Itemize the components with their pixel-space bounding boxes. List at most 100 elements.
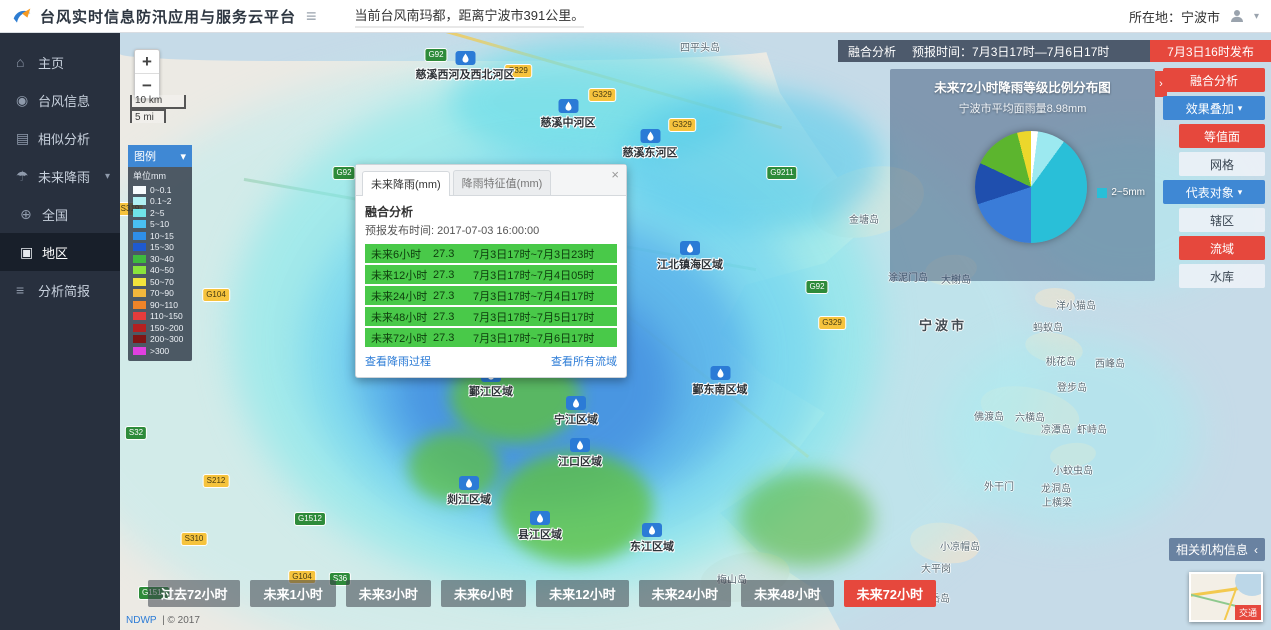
- legend-item-label: 70~90: [150, 289, 174, 298]
- island-label: 外干门: [984, 478, 1014, 493]
- mini-map-water: [1235, 572, 1263, 596]
- sidebar-item[interactable]: 相似分析 ▾: [0, 119, 120, 157]
- layer-control-button[interactable]: 网格 ▾: [1179, 152, 1265, 176]
- region-marker-label: 剡江区域: [447, 491, 491, 507]
- layer-control-label: 代表对象: [1186, 184, 1234, 201]
- view-rain-process-link[interactable]: 查看降雨过程: [365, 353, 431, 369]
- forecast-row[interactable]: 未来48小时 27.3 7月3日17时~7月5日17时: [365, 307, 617, 326]
- forecast-rows: 未来6小时 27.3 7月3日17时~7月3日23时 未来12小时 27.3 7…: [365, 244, 617, 347]
- layer-control-label: 网格: [1210, 156, 1234, 173]
- legend-item: 200~300: [128, 334, 192, 346]
- popup-links: 查看降雨过程 查看所有流域: [365, 353, 617, 369]
- popup-tab[interactable]: 降雨特征值(mm): [453, 170, 552, 195]
- road-badge: S32: [125, 426, 147, 440]
- sidebar-item[interactable]: 未来降雨 ▾: [0, 157, 120, 195]
- forecast-row[interactable]: 未来12小时 27.3 7月3日17时~7月4日05时: [365, 265, 617, 284]
- sidebar-item-icon: [16, 168, 38, 185]
- sidebar-item-icon: [16, 282, 38, 298]
- related-org-info-button[interactable]: 相关机构信息 ‹: [1169, 538, 1265, 561]
- rainfall-popup: × 未来降雨(mm) 降雨特征值(mm) 融合分析 预报发布时间: 2017-0…: [355, 164, 627, 378]
- legend-item-label: 150~200: [150, 324, 183, 333]
- time-range-button[interactable]: 未来6小时: [441, 580, 526, 607]
- sidebar-item-label: 相似分析: [38, 129, 90, 148]
- region-marker[interactable]: 江北镇海区域: [657, 241, 723, 272]
- time-range-button[interactable]: 未来48小时: [741, 580, 833, 607]
- layer-control-button[interactable]: 流域 ▾: [1179, 236, 1265, 260]
- time-range-button[interactable]: 未来24小时: [639, 580, 731, 607]
- scale-km: 10 km: [130, 95, 186, 109]
- region-marker[interactable]: 剡江区域: [447, 476, 491, 507]
- sidebar-item-icon: [20, 244, 42, 261]
- sidebar-item[interactable]: 台风信息 ▾: [0, 81, 120, 119]
- sidebar-item[interactable]: 主页 ▾: [0, 43, 120, 81]
- attribution-link[interactable]: NDWP: [126, 615, 156, 626]
- region-marker[interactable]: 慈溪中河区: [541, 99, 596, 130]
- rain-drop-icon: [710, 366, 730, 380]
- island-label: 小凉帽岛: [940, 538, 980, 553]
- popup-tab[interactable]: 未来降雨(mm): [362, 171, 450, 196]
- layer-control-button[interactable]: 效果叠加 ▾: [1163, 96, 1265, 120]
- time-range-button[interactable]: 未来12小时: [536, 580, 628, 607]
- region-marker-label: 江口区域: [558, 453, 602, 469]
- legend-color-swatch: [133, 209, 146, 217]
- time-range-button[interactable]: 未来72小时: [844, 580, 936, 607]
- region-marker[interactable]: 江口区域: [558, 438, 602, 469]
- chevron-down-icon: ▾: [1238, 187, 1243, 198]
- layer-control-button[interactable]: 融合分析 ▾: [1163, 68, 1265, 92]
- legend-item-label: 90~110: [150, 301, 178, 310]
- publish-time-button[interactable]: 7月3日16时发布: [1150, 40, 1271, 62]
- sidebar-item-label: 未来降雨: [38, 167, 90, 186]
- legend-color-swatch: [133, 186, 146, 194]
- mini-map-label: 交通: [1235, 605, 1261, 620]
- layer-control-label: 等值面: [1204, 128, 1240, 145]
- island-label: 蚂蚁岛: [1033, 319, 1063, 334]
- sidebar-item[interactable]: 分析简报 ▾: [0, 271, 120, 309]
- time-range-button[interactable]: 未来1小时: [250, 580, 335, 607]
- legend-item: 2~5: [128, 207, 192, 219]
- legend-item: 30~40: [128, 253, 192, 265]
- legend-color-swatch: [133, 312, 146, 320]
- time-range-button[interactable]: 过去72小时: [148, 580, 240, 607]
- layer-control-button[interactable]: 代表对象 ▾: [1163, 180, 1265, 204]
- forecast-value: 27.3: [433, 269, 473, 281]
- forecast-row[interactable]: 未来24小时 27.3 7月3日17时~7月4日17时: [365, 286, 617, 305]
- legend-item: 0.1~2: [128, 196, 192, 208]
- legend-header[interactable]: 图例 ▾: [128, 145, 192, 167]
- forecast-value: 27.3: [433, 311, 473, 323]
- region-marker[interactable]: 鄞东南区域: [693, 366, 748, 397]
- view-all-basins-link[interactable]: 查看所有流域: [551, 353, 617, 369]
- layer-control-button[interactable]: 等值面 ▾: [1179, 124, 1265, 148]
- forecast-time-range: 7月3日17时~7月4日17时: [473, 288, 611, 304]
- sidebar-item-label: 全国: [42, 205, 68, 224]
- current-location-label[interactable]: 所在地：宁波市: [1129, 7, 1220, 26]
- chevron-down-icon[interactable]: ▾: [1254, 11, 1259, 22]
- region-marker[interactable]: 慈溪西河及西北河区: [416, 51, 515, 82]
- island-label: 大平岗: [921, 560, 951, 575]
- close-icon[interactable]: ×: [611, 168, 619, 181]
- region-marker[interactable]: 宁江区域: [554, 396, 598, 427]
- time-range-button[interactable]: 未来3小时: [346, 580, 431, 607]
- region-marker-label: 县江区域: [518, 526, 562, 542]
- rain-drop-icon: [642, 523, 662, 537]
- region-marker-label: 江北镇海区域: [657, 256, 723, 272]
- sidebar: 主页 ▾ 台风信息 ▾ 相似分析 ▾ 未来降雨 ▾: [0, 33, 120, 630]
- legend-item-label: 30~40: [150, 255, 174, 264]
- region-marker[interactable]: 县江区域: [518, 511, 562, 542]
- forecast-row[interactable]: 未来72小时 27.3 7月3日17时~7月6日17时: [365, 328, 617, 347]
- layer-control-label: 水库: [1210, 268, 1234, 285]
- legend-item-label: 2~5: [150, 209, 164, 218]
- sidebar-item[interactable]: 地区 ▾: [0, 233, 120, 271]
- layer-control-button[interactable]: 辖区 ▾: [1179, 208, 1265, 232]
- sidebar-item[interactable]: 全国 ▾: [0, 195, 120, 233]
- forecast-row[interactable]: 未来6小时 27.3 7月3日17时~7月3日23时: [365, 244, 617, 263]
- region-marker[interactable]: 慈溪东河区: [623, 129, 678, 160]
- region-marker[interactable]: 东江区域: [630, 523, 674, 554]
- user-icon[interactable]: [1228, 7, 1246, 25]
- road-badge: G1512: [294, 512, 326, 526]
- zoom-in-button[interactable]: +: [135, 50, 159, 74]
- hamburger-menu-icon[interactable]: ≡: [306, 7, 317, 25]
- mini-map-toggle[interactable]: 交通: [1189, 572, 1263, 622]
- layer-control-button[interactable]: 水库 ▾: [1179, 264, 1265, 288]
- pie-chart[interactable]: [975, 131, 1087, 243]
- map-canvas[interactable]: G92 G329 G329 G329 G92 G9211 G92 G329 G1…: [120, 33, 1271, 630]
